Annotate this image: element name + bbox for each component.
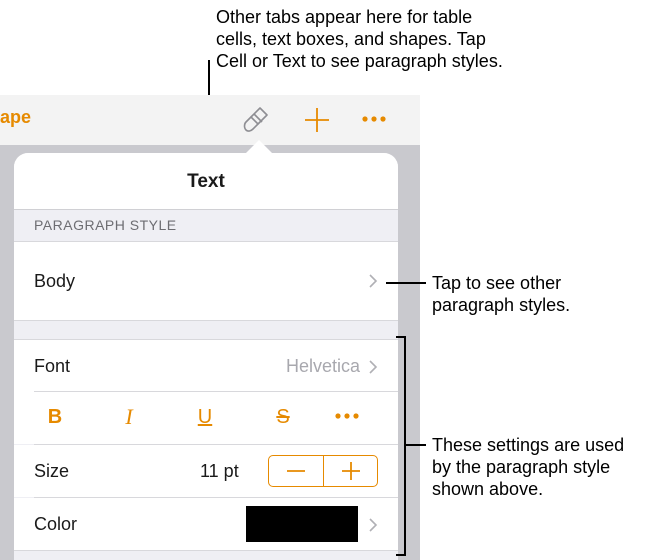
callout-settings-line-3: shown above. [432,479,544,499]
toolbar [0,95,420,145]
paintbrush-icon[interactable] [240,104,272,136]
callout-tabs: Other tabs appear here for table cells, … [216,6,503,72]
callout-paragraph: Tap to see other paragraph styles. [432,272,570,316]
more-styles-icon[interactable] [334,411,360,421]
italic-button[interactable]: I [104,392,154,442]
popover-arrow [246,140,272,153]
underline-label: U [197,405,213,428]
color-label: Color [34,514,78,534]
size-row: Size 11 pt [14,445,398,497]
settings-bracket-top [396,336,406,338]
callout-settings: These settings are used by the paragraph… [432,434,624,500]
callout-paragraph-leader [386,282,426,284]
bold-label: B [47,405,63,428]
font-label: Font [34,356,71,376]
strikethrough-label: S [276,405,290,428]
callout-settings-leader [404,444,426,446]
popover-header: Text [14,153,398,210]
italic-label: I [125,404,133,429]
chevron-right-icon [369,518,378,532]
increase-size-button[interactable] [324,456,378,486]
plus-icon [342,462,360,480]
callout-settings-line-1: These settings are used [432,435,625,455]
color-row[interactable]: Color [14,498,398,551]
paragraph-style-row[interactable]: Body [14,241,398,321]
chevron-right-icon [369,360,378,374]
decrease-size-button[interactable] [269,456,323,486]
strikethrough-button[interactable]: S [258,392,308,442]
font-value: Helvetica [285,356,360,376]
color-swatch [246,506,358,542]
size-value: 11 pt [200,461,239,481]
callout-tabs-line-2: cells, text boxes, and shapes. Tap [216,29,486,49]
callout-tabs-line-3: Cell or Text to see paragraph styles. [216,51,503,71]
more-icon[interactable] [361,114,387,124]
plus-icon[interactable] [303,106,331,134]
popover-title: Text [187,171,225,192]
callout-settings-line-2: by the paragraph style [432,457,611,477]
callout-paragraph-line-2: paragraph styles. [432,295,571,315]
underline-button[interactable]: U [180,392,230,442]
text-style-row: B I U S [14,392,398,444]
paragraph-style-label: Body [34,271,76,291]
callout-tabs-line-1: Other tabs appear here for table [216,7,473,27]
format-popover: Text PARAGRAPH STYLE Body Font Helvetica… [14,153,398,560]
callout-paragraph-line-1: Tap to see other [432,273,562,293]
section-header-paragraph-style: PARAGRAPH STYLE [34,217,177,233]
settings-bracket-vertical [404,336,406,556]
bold-button[interactable]: B [30,392,80,442]
size-label: Size [34,461,70,481]
size-stepper [268,455,378,487]
minus-icon [287,470,305,472]
chevron-right-icon [369,274,378,288]
settings-bracket-bottom [396,554,406,556]
tab-shape[interactable]: ape [0,107,31,128]
font-row[interactable]: Font Helvetica [14,339,398,392]
